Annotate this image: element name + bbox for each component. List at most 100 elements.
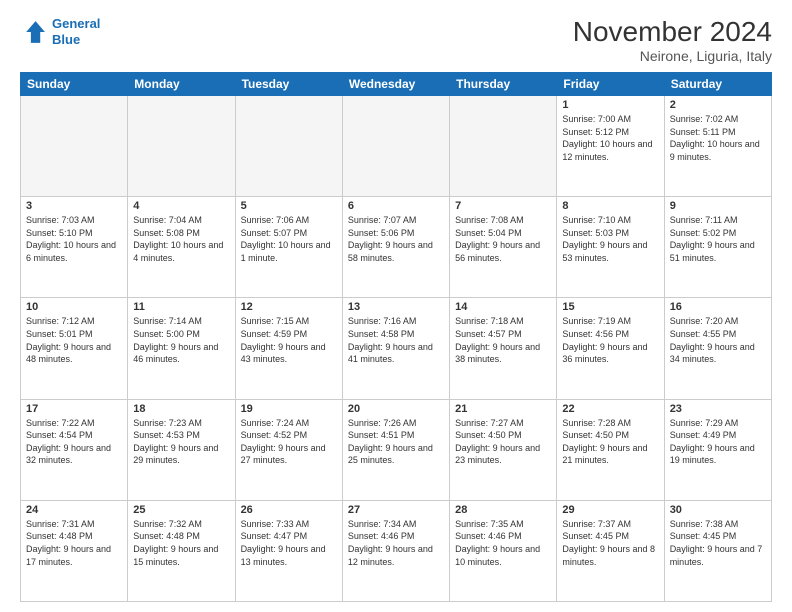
day-info: Sunrise: 7:12 AMSunset: 5:01 PMDaylight:… [26,315,122,365]
calendar-cell: 23 Sunrise: 7:29 AMSunset: 4:49 PMDayligh… [664,399,771,500]
calendar-cell [21,96,128,197]
day-info: Sunrise: 7:38 AMSunset: 4:45 PMDaylight:… [670,518,766,568]
logo: General Blue [20,16,100,47]
calendar-cell: 22 Sunrise: 7:28 AMSunset: 4:50 PMDayligh… [557,399,664,500]
day-info: Sunrise: 7:00 AMSunset: 5:12 PMDaylight:… [562,113,658,163]
calendar-cell [235,96,342,197]
day-number: 21 [455,403,551,415]
calendar-week-4: 24Sunrise: 7:31 AMSunset: 4:48 PMDayligh… [21,500,772,601]
calendar-cell: 4Sunrise: 7:04 AMSunset: 5:08 PMDaylight… [128,197,235,298]
day-number: 18 [133,403,229,415]
calendar-cell: 9 Sunrise: 7:11 AMSunset: 5:02 PMDaylight… [664,197,771,298]
day-info: Sunrise: 7:16 AMSunset: 4:58 PMDaylight:… [348,315,444,365]
day-number: 25 [133,504,229,516]
day-info: Sunrise: 7:32 AMSunset: 4:48 PMDaylight:… [133,518,229,568]
day-number: 30 [670,504,766,516]
calendar-table: SundayMondayTuesdayWednesdayThursdayFrid… [20,72,772,602]
calendar-cell: 8Sunrise: 7:10 AMSunset: 5:03 PMDaylight… [557,197,664,298]
calendar-week-3: 17 Sunrise: 7:22 AMSunset: 4:54 PMDayligh… [21,399,772,500]
day-number: 9 [670,200,766,212]
day-info: Sunrise: 7:22 AMSunset: 4:54 PMDaylight:… [26,417,122,467]
day-number: 10 [26,301,122,313]
calendar-cell: 14Sunrise: 7:18 AMSunset: 4:57 PMDayligh… [450,298,557,399]
calendar-header-tuesday: Tuesday [235,73,342,96]
calendar-header-row: SundayMondayTuesdayWednesdayThursdayFrid… [21,73,772,96]
calendar-cell: 17 Sunrise: 7:22 AMSunset: 4:54 PMDayligh… [21,399,128,500]
day-info: Sunrise: 7:29 AMSunset: 4:49 PMDaylight:… [670,417,766,467]
title-block: November 2024 Neirone, Liguria, Italy [573,16,772,64]
day-number: 20 [348,403,444,415]
calendar-cell [342,96,449,197]
day-number: 16 [670,301,766,313]
day-number: 13 [348,301,444,313]
day-info: Sunrise: 7:06 AMSunset: 5:07 PMDaylight:… [241,214,337,264]
calendar-cell: 21 Sunrise: 7:27 AMSunset: 4:50 PMDayligh… [450,399,557,500]
day-number: 6 [348,200,444,212]
day-info: Sunrise: 7:20 AMSunset: 4:55 PMDaylight:… [670,315,766,365]
subtitle: Neirone, Liguria, Italy [573,48,772,64]
day-info: Sunrise: 7:08 AMSunset: 5:04 PMDaylight:… [455,214,551,264]
calendar-cell: 25 Sunrise: 7:32 AMSunset: 4:48 PMDayligh… [128,500,235,601]
calendar-cell: 18Sunrise: 7:23 AMSunset: 4:53 PMDayligh… [128,399,235,500]
calendar-week-0: 1 Sunrise: 7:00 AMSunset: 5:12 PMDaylight… [21,96,772,197]
logo-text: General Blue [52,16,100,47]
day-number: 4 [133,200,229,212]
calendar-cell: 2Sunrise: 7:02 AMSunset: 5:11 PMDaylight… [664,96,771,197]
calendar-header-sunday: Sunday [21,73,128,96]
day-info: Sunrise: 7:19 AMSunset: 4:56 PMDaylight:… [562,315,658,365]
logo-icon [20,18,48,46]
calendar-cell: 20 Sunrise: 7:26 AMSunset: 4:51 PMDayligh… [342,399,449,500]
calendar-header-saturday: Saturday [664,73,771,96]
calendar-cell: 7 Sunrise: 7:08 AMSunset: 5:04 PMDaylight… [450,197,557,298]
calendar-week-2: 10 Sunrise: 7:12 AMSunset: 5:01 PMDayligh… [21,298,772,399]
day-number: 15 [562,301,658,313]
day-number: 28 [455,504,551,516]
day-number: 5 [241,200,337,212]
calendar-cell: 28Sunrise: 7:35 AMSunset: 4:46 PMDayligh… [450,500,557,601]
calendar-cell: 16 Sunrise: 7:20 AMSunset: 4:55 PMDayligh… [664,298,771,399]
day-number: 7 [455,200,551,212]
calendar-header-friday: Friday [557,73,664,96]
calendar-week-1: 3Sunrise: 7:03 AMSunset: 5:10 PMDaylight… [21,197,772,298]
calendar-cell: 26 Sunrise: 7:33 AMSunset: 4:47 PMDayligh… [235,500,342,601]
day-number: 8 [562,200,658,212]
calendar-cell: 3Sunrise: 7:03 AMSunset: 5:10 PMDaylight… [21,197,128,298]
calendar-cell: 30 Sunrise: 7:38 AMSunset: 4:45 PMDayligh… [664,500,771,601]
calendar-cell: 19 Sunrise: 7:24 AMSunset: 4:52 PMDayligh… [235,399,342,500]
calendar-cell: 24Sunrise: 7:31 AMSunset: 4:48 PMDayligh… [21,500,128,601]
day-info: Sunrise: 7:07 AMSunset: 5:06 PMDaylight:… [348,214,444,264]
calendar-cell [450,96,557,197]
calendar-cell: 13 Sunrise: 7:16 AMSunset: 4:58 PMDayligh… [342,298,449,399]
day-info: Sunrise: 7:24 AMSunset: 4:52 PMDaylight:… [241,417,337,467]
day-number: 24 [26,504,122,516]
day-info: Sunrise: 7:15 AMSunset: 4:59 PMDaylight:… [241,315,337,365]
day-info: Sunrise: 7:34 AMSunset: 4:46 PMDaylight:… [348,518,444,568]
calendar-cell: 15 Sunrise: 7:19 AMSunset: 4:56 PMDayligh… [557,298,664,399]
day-info: Sunrise: 7:26 AMSunset: 4:51 PMDaylight:… [348,417,444,467]
day-number: 27 [348,504,444,516]
header: General Blue November 2024 Neirone, Ligu… [20,16,772,64]
calendar-cell: 27 Sunrise: 7:34 AMSunset: 4:46 PMDayligh… [342,500,449,601]
calendar-header-monday: Monday [128,73,235,96]
calendar-cell: 10 Sunrise: 7:12 AMSunset: 5:01 PMDayligh… [21,298,128,399]
day-info: Sunrise: 7:18 AMSunset: 4:57 PMDaylight:… [455,315,551,365]
day-info: Sunrise: 7:11 AMSunset: 5:02 PMDaylight:… [670,214,766,264]
calendar-cell [128,96,235,197]
day-number: 17 [26,403,122,415]
day-info: Sunrise: 7:28 AMSunset: 4:50 PMDaylight:… [562,417,658,467]
day-number: 26 [241,504,337,516]
calendar-cell: 1 Sunrise: 7:00 AMSunset: 5:12 PMDaylight… [557,96,664,197]
day-number: 12 [241,301,337,313]
page: General Blue November 2024 Neirone, Ligu… [0,0,792,612]
day-number: 19 [241,403,337,415]
day-number: 23 [670,403,766,415]
calendar-cell: 29Sunrise: 7:37 AMSunset: 4:45 PMDayligh… [557,500,664,601]
day-info: Sunrise: 7:33 AMSunset: 4:47 PMDaylight:… [241,518,337,568]
day-number: 1 [562,99,658,111]
day-number: 22 [562,403,658,415]
calendar-cell: 11Sunrise: 7:14 AMSunset: 5:00 PMDayligh… [128,298,235,399]
calendar-cell: 12 Sunrise: 7:15 AMSunset: 4:59 PMDayligh… [235,298,342,399]
day-info: Sunrise: 7:27 AMSunset: 4:50 PMDaylight:… [455,417,551,467]
day-info: Sunrise: 7:14 AMSunset: 5:00 PMDaylight:… [133,315,229,365]
calendar-header-thursday: Thursday [450,73,557,96]
